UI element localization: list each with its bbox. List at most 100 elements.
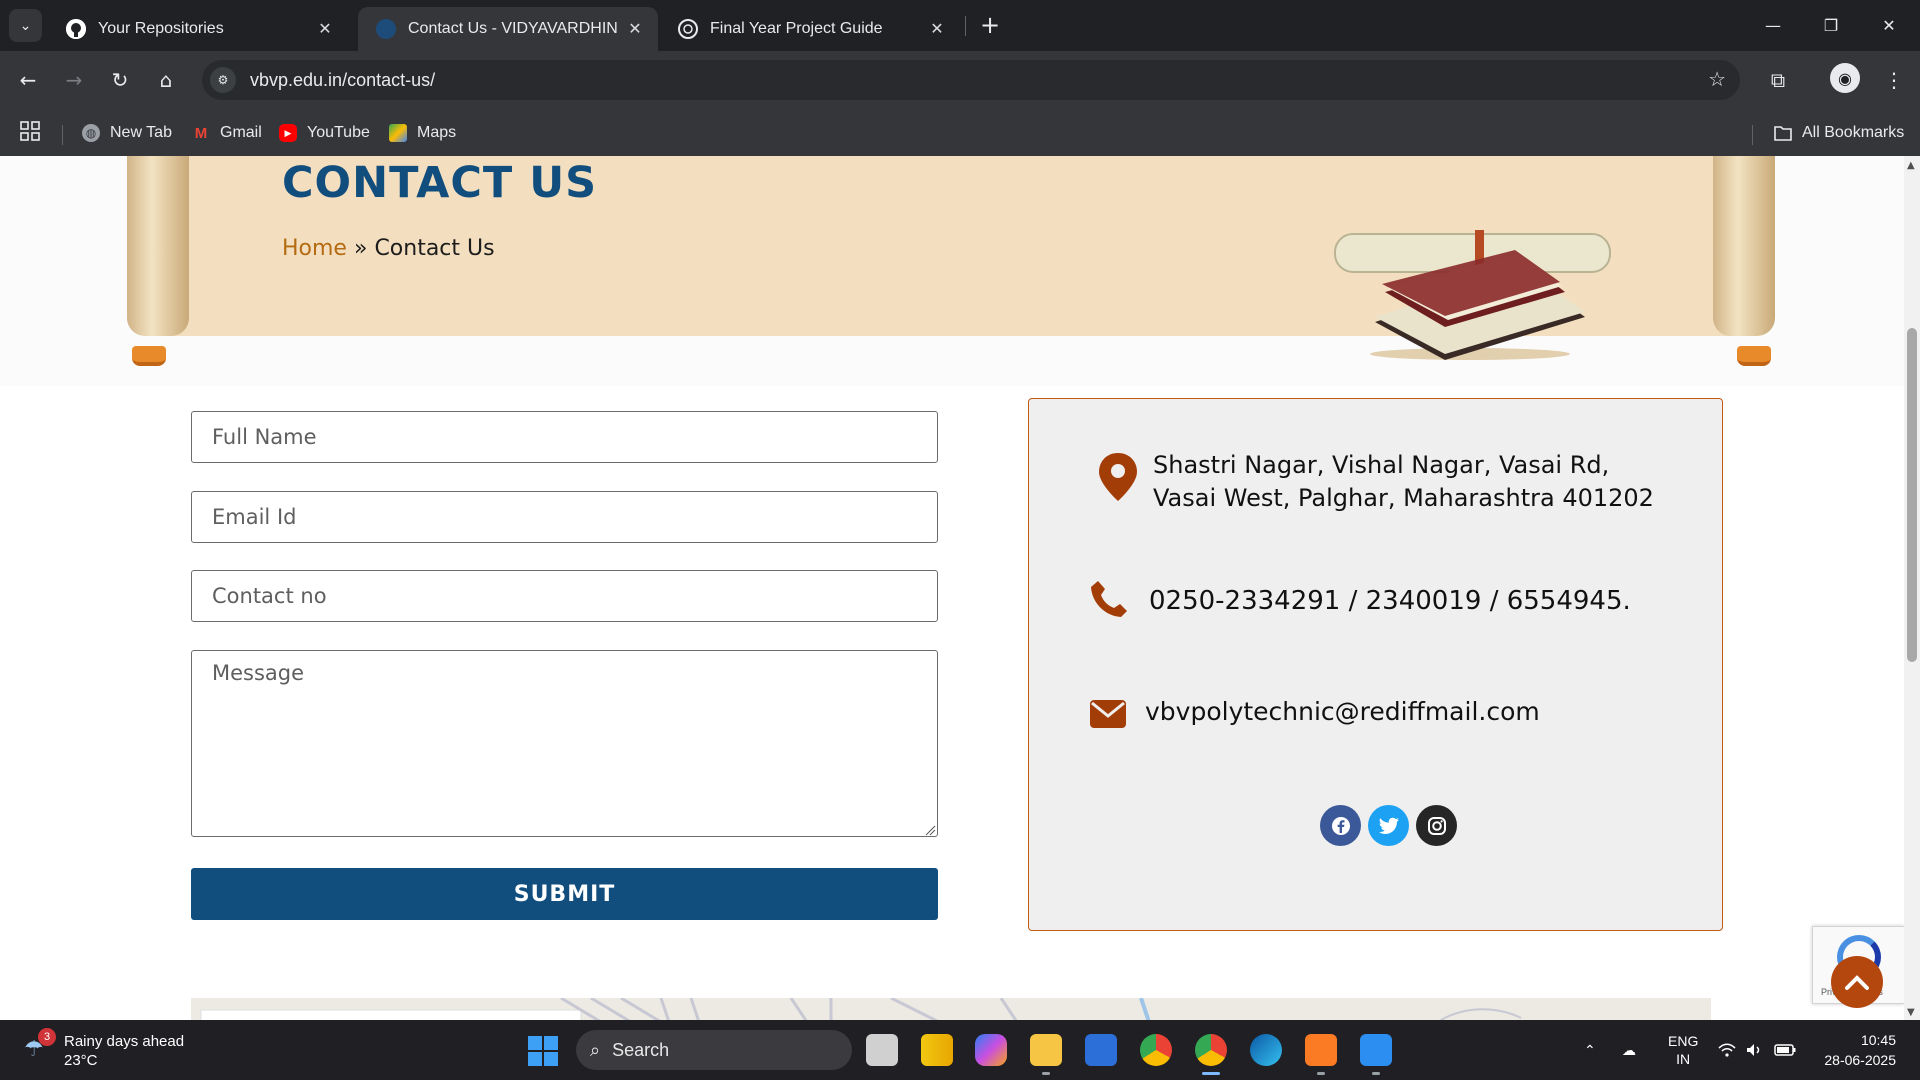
submit-button[interactable]: SUBMIT	[191, 868, 938, 920]
close-icon: ✕	[1882, 15, 1896, 35]
minimize-button[interactable]: —	[1750, 8, 1796, 42]
copilot-icon[interactable]	[975, 1034, 1007, 1066]
instagram-icon	[1427, 816, 1446, 835]
url-text[interactable]: vbvp.edu.in/contact-us/	[250, 70, 435, 91]
contact-phone[interactable]: 0250-2334291 / 2340019 / 6554945.	[1149, 586, 1631, 616]
phone-icon	[1091, 581, 1127, 617]
rain-umbrella-icon: ☂ 3	[24, 1028, 56, 1066]
xampp-icon[interactable]	[1305, 1034, 1337, 1066]
bookmark-label: Maps	[417, 124, 457, 141]
message-textarea[interactable]	[191, 650, 938, 837]
full-name-input[interactable]	[191, 411, 938, 463]
all-bookmarks-button[interactable]: All Bookmarks	[1774, 120, 1904, 146]
twitter-link[interactable]	[1368, 805, 1409, 846]
forward-button[interactable]: →	[56, 62, 92, 98]
windows-logo-icon	[528, 1036, 542, 1050]
edge-icon[interactable]	[1250, 1034, 1282, 1066]
active-app-indicator	[1202, 1072, 1220, 1075]
photos-icon[interactable]	[1360, 1034, 1392, 1066]
avatar-icon: ◉	[1838, 68, 1852, 88]
restore-button[interactable]: ❐	[1808, 8, 1854, 42]
maps-icon	[389, 124, 407, 142]
reload-button[interactable]: ↻	[102, 62, 138, 98]
facebook-link[interactable]	[1320, 805, 1361, 846]
puzzle-icon: ⧉	[1770, 68, 1786, 92]
weather-widget[interactable]: ☂ 3 Rainy days ahead 23°C	[24, 1028, 185, 1073]
site-favicon	[376, 19, 396, 39]
show-hidden-icons-button[interactable]: ⌃	[1584, 1020, 1596, 1080]
textarea-resize-grip[interactable]	[924, 824, 936, 836]
scrollbar-thumb[interactable]	[1907, 328, 1917, 662]
bookmark-new-tab[interactable]: ◍ New Tab	[82, 120, 172, 146]
back-button[interactable]: ←	[10, 62, 46, 98]
page-scrollbar[interactable]: ▲ ▼	[1904, 156, 1920, 1020]
email-input[interactable]	[191, 491, 938, 543]
scroll-down-arrow-icon[interactable]: ▼	[1907, 1007, 1915, 1018]
home-button[interactable]: ⌂	[148, 62, 184, 98]
weather-temperature: 23°C	[64, 1052, 98, 1069]
search-icon: ⌕	[590, 1039, 601, 1060]
tab-title: Contact Us - VIDYAVARDHINI'S	[408, 20, 618, 37]
bookmark-label: New Tab	[110, 124, 172, 141]
location-map[interactable]	[191, 998, 1711, 1020]
power-bi-icon[interactable]	[921, 1034, 953, 1066]
contact-address: Shastri Nagar, Vishal Nagar, Vasai Rd, V…	[1153, 449, 1654, 515]
profile-avatar[interactable]: ◉	[1830, 63, 1860, 93]
battery-icon[interactable]	[1774, 1020, 1796, 1080]
region-code: IN	[1676, 1051, 1691, 1067]
bookmark-star-icon[interactable]: ☆	[1708, 67, 1726, 91]
bookmarks-bar: ◍ New Tab M Gmail ▶ YouTube Maps All Boo…	[0, 114, 1920, 148]
site-info-icon[interactable]: ⚙	[210, 67, 236, 93]
weather-title: Rainy days ahead	[64, 1033, 185, 1050]
chevron-up-icon: ⌃	[1584, 1041, 1596, 1058]
scroll-up-arrow-icon[interactable]: ▲	[1907, 160, 1915, 171]
windows-taskbar: ☂ 3 Rainy days ahead 23°C ⌕ Search ⌃ ☁ E…	[0, 1020, 1920, 1080]
taskbar-clock[interactable]: 10:45 28-06-2025	[1810, 1030, 1896, 1070]
tab-search-button[interactable]: ⌄	[9, 9, 42, 42]
instagram-link[interactable]	[1416, 805, 1457, 846]
close-tab-icon[interactable]: ✕	[314, 18, 336, 40]
new-tab-button[interactable]: +	[975, 10, 1005, 40]
bookmark-label: Gmail	[220, 124, 262, 141]
tab-contact-us[interactable]: Contact Us - VIDYAVARDHINI'S ✕	[358, 7, 658, 51]
start-button[interactable]	[528, 1036, 558, 1066]
breadcrumb-home-link[interactable]: Home	[282, 236, 347, 261]
task-view-icon[interactable]	[866, 1034, 898, 1066]
tab-title: Final Year Project Guide	[710, 20, 883, 37]
close-tab-icon[interactable]: ✕	[624, 18, 646, 40]
tab-final-year-project-guide[interactable]: Final Year Project Guide ✕	[660, 7, 960, 51]
running-indicator	[1317, 1072, 1325, 1075]
contact-number-input[interactable]	[191, 570, 938, 622]
file-explorer-icon[interactable]	[1030, 1034, 1062, 1066]
bookmark-gmail[interactable]: M Gmail	[192, 120, 262, 146]
chrome-profile-icon[interactable]	[1195, 1034, 1227, 1066]
menu-button[interactable]: ⋮	[1876, 62, 1912, 98]
taskbar-search[interactable]: ⌕ Search	[576, 1030, 852, 1070]
apps-button[interactable]	[20, 120, 40, 146]
bookmark-label: YouTube	[307, 124, 370, 141]
youtube-icon: ▶	[279, 124, 297, 142]
wifi-icon[interactable]	[1718, 1020, 1736, 1080]
twitter-icon	[1378, 817, 1399, 834]
scroll-to-top-button[interactable]	[1831, 956, 1883, 1008]
language-indicator[interactable]: ENG IN	[1668, 1020, 1698, 1080]
web-page: CONTACT US Home » Contact Us SUBMIT	[0, 156, 1904, 1020]
close-window-button[interactable]: ✕	[1866, 8, 1912, 42]
contact-info-card: Shastri Nagar, Vishal Nagar, Vasai Rd, V…	[1028, 398, 1723, 931]
tab-strip: ⌄ Your Repositories ✕ Contact Us - VIDYA…	[0, 0, 1920, 51]
microsoft-store-icon[interactable]	[1085, 1034, 1117, 1066]
volume-icon[interactable]	[1746, 1020, 1764, 1080]
onedrive-icon[interactable]: ☁	[1622, 1020, 1636, 1080]
bookmark-separator	[1752, 125, 1753, 145]
contact-email[interactable]: vbvpolytechnic@rediffmail.com	[1145, 697, 1540, 726]
chevron-down-icon: ⌄	[19, 17, 32, 34]
address-bar[interactable]: ⚙ vbvp.edu.in/contact-us/ ☆	[202, 60, 1740, 100]
extensions-button[interactable]: ⧉	[1760, 62, 1796, 98]
kebab-menu-icon: ⋮	[1884, 68, 1904, 92]
bookmark-youtube[interactable]: ▶ YouTube	[279, 120, 370, 146]
facebook-icon	[1331, 816, 1350, 835]
bookmark-maps[interactable]: Maps	[389, 120, 456, 146]
close-tab-icon[interactable]: ✕	[926, 18, 948, 40]
chrome-icon[interactable]	[1140, 1034, 1172, 1066]
tab-your-repositories[interactable]: Your Repositories ✕	[48, 7, 348, 51]
